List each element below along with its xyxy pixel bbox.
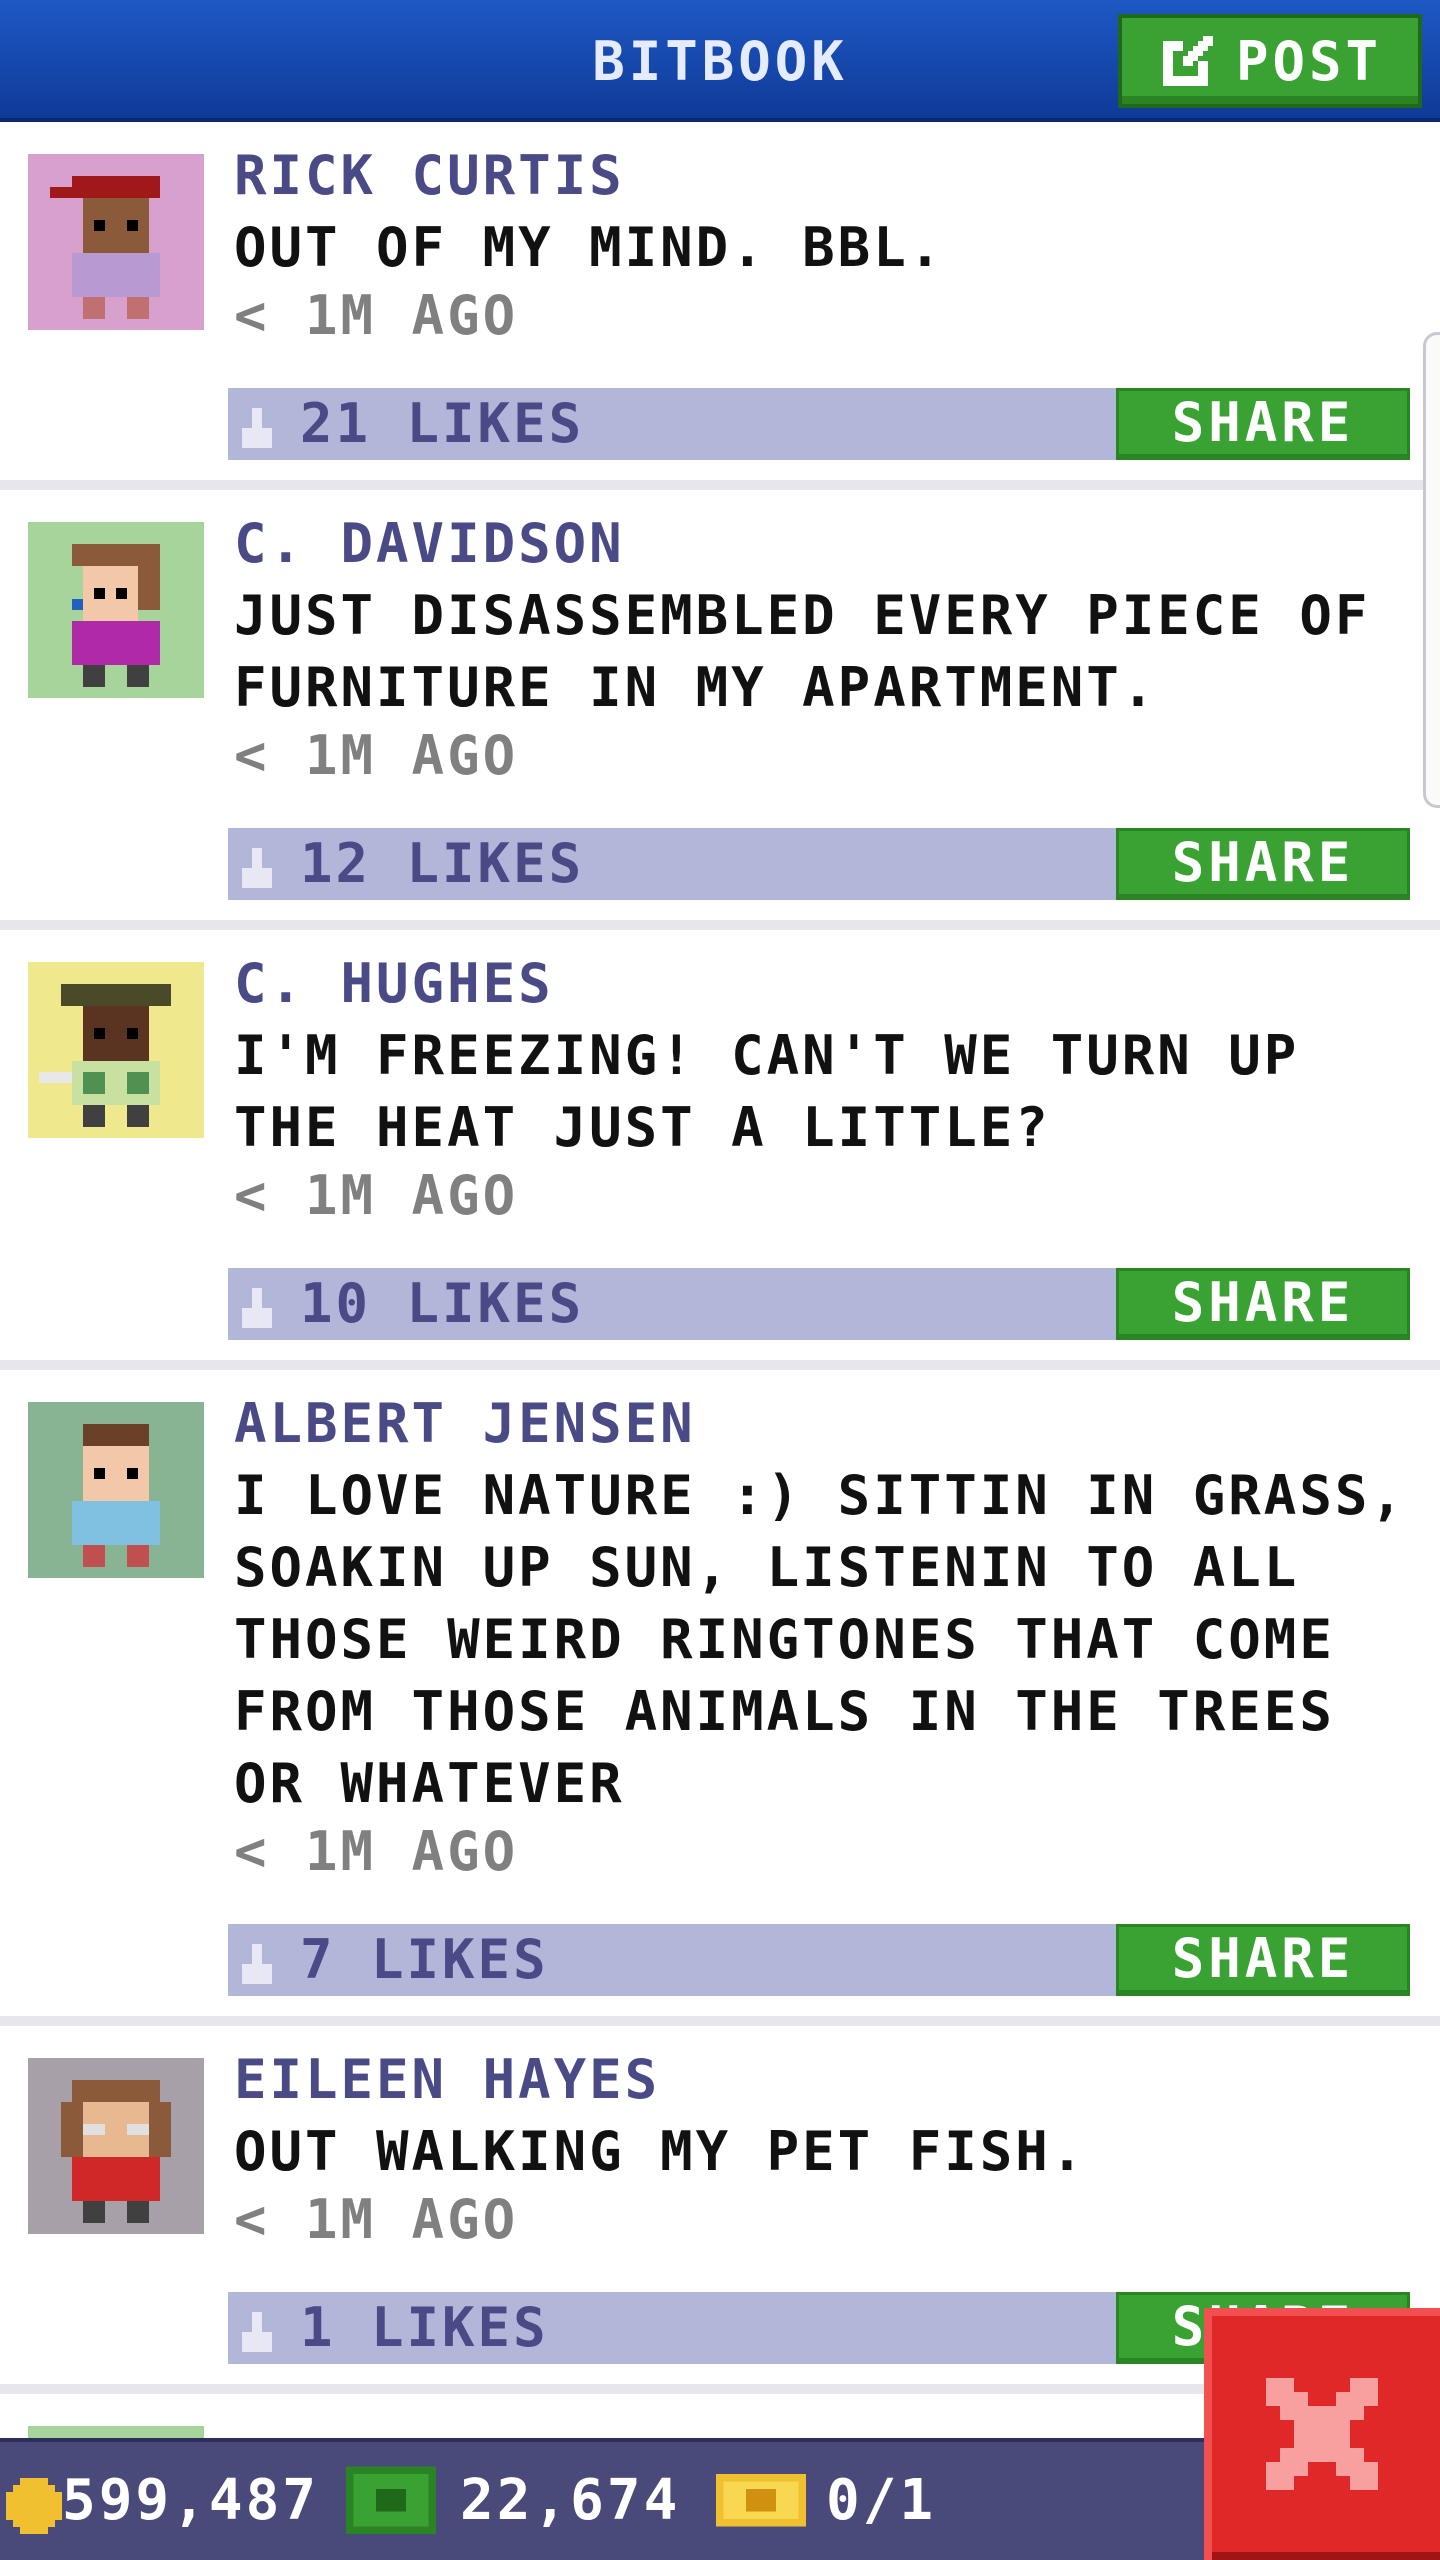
edit-icon: [1162, 36, 1213, 86]
feed-post: ALBERT JENSEN I LOVE NATURE :) SITTIN IN…: [0, 1370, 1440, 2016]
post-text: I'M FREEZING! CAN'T WE TURN UP THE HEAT …: [234, 1024, 1300, 1159]
likes-count: 7 LIKES: [300, 1928, 549, 1991]
avatar: [28, 1402, 204, 1578]
feed-post: C. HUGHES I'M FREEZING! CAN'T WE TURN UP…: [0, 930, 1440, 1360]
post-author[interactable]: RICK CURTIS: [234, 144, 625, 207]
post-text: OUT WALKING MY PET FISH.: [234, 2120, 1087, 2183]
likes-count: 10 LIKES: [300, 1272, 585, 1335]
coin-icon: [6, 2478, 62, 2534]
post-text: JUST DISASSEMBLED EVERY PIECE OF FURNITU…: [234, 584, 1371, 719]
like-icon: [242, 848, 272, 888]
post-time: < 1M AGO: [234, 2188, 519, 2251]
post-author[interactable]: C. HUGHES: [234, 952, 554, 1015]
coins-value: 599,487: [62, 2468, 320, 2533]
likes-bar[interactable]: 7 LIKES SHARE: [228, 1924, 1410, 1996]
likes-count: 21 LIKES: [300, 392, 585, 455]
post-text: I LOVE NATURE :) SITTIN IN GRASS, SOAKIN…: [234, 1464, 1406, 1815]
post-button[interactable]: POST: [1118, 14, 1422, 108]
post-author[interactable]: EILEEN HAYES: [234, 2048, 660, 2111]
post-time: < 1M AGO: [234, 284, 519, 347]
post-author[interactable]: C. DAVIDSON: [234, 512, 625, 575]
scroll-indicator[interactable]: [1423, 332, 1440, 808]
like-icon: [242, 1944, 272, 1984]
ticket-icon: [716, 2473, 806, 2527]
like-icon: [242, 1288, 272, 1328]
bux-value: 22,674: [460, 2468, 681, 2533]
share-button[interactable]: SHARE: [1116, 828, 1410, 900]
post-time: < 1M AGO: [234, 1820, 519, 1883]
avatar: [28, 962, 204, 1138]
avatar: [28, 2426, 204, 2438]
likes-count: 12 LIKES: [300, 832, 585, 895]
top-bar: BITBOOK POST: [0, 0, 1440, 122]
close-icon: [1266, 2378, 1378, 2490]
avatar: [28, 522, 204, 698]
likes-bar[interactable]: 10 LIKES SHARE: [228, 1268, 1410, 1340]
avatar: [28, 154, 204, 330]
feed-post: C. DAVIDSON JUST DISASSEMBLED EVERY PIEC…: [0, 490, 1440, 920]
post-button-label: POST: [1235, 29, 1383, 93]
tickets-value: 0/1: [826, 2468, 937, 2533]
feed-post: RICK CURTIS OUT OF MY MIND. BBL. < 1M AG…: [0, 122, 1440, 480]
close-button[interactable]: [1204, 2308, 1440, 2560]
share-button[interactable]: SHARE: [1116, 1268, 1410, 1340]
likes-bar[interactable]: 12 LIKES SHARE: [228, 828, 1410, 900]
share-button[interactable]: SHARE: [1116, 388, 1410, 460]
likes-bar[interactable]: 21 LIKES SHARE: [228, 388, 1410, 460]
bux-icon: [346, 2466, 436, 2534]
post-author[interactable]: ALBERT JENSEN: [234, 1392, 696, 1455]
like-icon: [242, 2312, 272, 2352]
post-text: OUT OF MY MIND. BBL.: [234, 216, 945, 279]
feed[interactable]: RICK CURTIS OUT OF MY MIND. BBL. < 1M AG…: [0, 122, 1440, 2438]
post-time: < 1M AGO: [234, 724, 519, 787]
avatar: [28, 2058, 204, 2234]
share-button[interactable]: SHARE: [1116, 1924, 1410, 1996]
like-icon: [242, 408, 272, 448]
post-time: < 1M AGO: [234, 1164, 519, 1227]
likes-count: 1 LIKES: [300, 2296, 549, 2359]
